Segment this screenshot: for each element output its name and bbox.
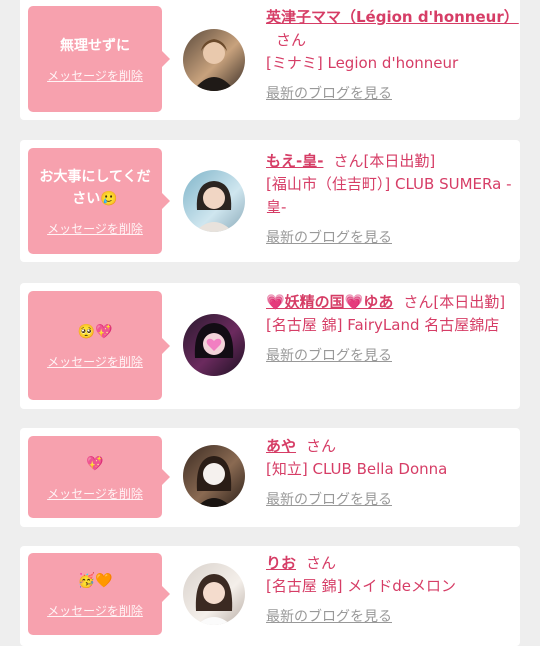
shop-name: [知立] CLUB Bella Donna [266, 460, 448, 478]
status-text: [本日出勤] [433, 293, 506, 311]
message-bubble: 🥳🧡 メッセージを削除 [28, 553, 170, 635]
message-card: 💖 メッセージを削除 あや さん [知立] CLUB Bella Donna 最新… [20, 428, 520, 527]
girl-info: 英津子ママ（Légion d'honneur） さん [ミナミ] Legion d… [266, 6, 519, 103]
honorific: さん [403, 293, 434, 311]
honorific: さん [333, 152, 364, 170]
girl-info: 💗妖精の国💗ゆあ さん[本日出勤] [名古屋 錦] FairyLand 名古屋錦店… [266, 291, 516, 365]
latest-blog-link[interactable]: 最新のブログを見る [266, 227, 516, 247]
avatar[interactable] [183, 29, 245, 91]
delete-message-link[interactable]: メッセージを削除 [47, 485, 143, 502]
girl-info: もえ-皇- さん[本日出勤] [福山市（住吉町）] CLUB SUMERa -皇-… [266, 150, 516, 247]
girl-name-link[interactable]: りお [266, 554, 296, 572]
message-card: 無理せずに メッセージを削除 英津子ママ（Légion d'honneur） さん… [20, 0, 520, 120]
latest-blog-link[interactable]: 最新のブログを見る [266, 606, 516, 626]
status-text: [本日出勤] [363, 152, 436, 170]
person-photo-icon [195, 181, 233, 232]
message-card: 🥺💖 メッセージを削除 💗妖精の国💗ゆあ さん[本日出勤] [名古屋 錦] Fai… [20, 283, 520, 409]
person-photo-icon [196, 456, 232, 507]
delete-message-link[interactable]: メッセージを削除 [47, 220, 143, 237]
honorific: さん [306, 437, 337, 455]
shop-name: [福山市（住吉町）] CLUB SUMERa -皇- [266, 175, 512, 216]
latest-blog-link[interactable]: 最新のブログを見る [266, 83, 516, 103]
honorific: さん [276, 31, 307, 49]
latest-blog-link[interactable]: 最新のブログを見る [266, 489, 516, 509]
message-text: 🥺💖 [77, 324, 113, 340]
message-text: 無理せずに [60, 37, 130, 54]
shop-name: [ミナミ] Legion d'honneur [266, 54, 459, 72]
avatar[interactable] [183, 445, 245, 507]
delete-message-link[interactable]: メッセージを削除 [47, 67, 143, 84]
avatar[interactable] [183, 314, 245, 376]
message-bubble: お大事にしてください🥲 メッセージを削除 [28, 148, 170, 254]
person-photo-icon [194, 323, 234, 358]
girl-name-link[interactable]: 💗妖精の国💗ゆあ [266, 293, 393, 311]
message-card: お大事にしてください🥲 メッセージを削除 もえ-皇- さん[本日出勤] [福山市（… [20, 140, 520, 262]
girl-name-link[interactable]: もえ-皇- [266, 152, 323, 170]
person-photo-icon [195, 574, 233, 625]
latest-blog-link[interactable]: 最新のブログを見る [266, 345, 516, 365]
avatar[interactable] [183, 170, 245, 232]
message-text: 🥳🧡 [77, 572, 113, 589]
delete-message-link[interactable]: メッセージを削除 [47, 353, 143, 370]
avatar[interactable] [183, 563, 245, 625]
girl-name-link[interactable]: あや [266, 437, 296, 455]
shop-name: [名古屋 錦] メイドdeメロン [266, 577, 456, 595]
delete-message-link[interactable]: メッセージを削除 [47, 602, 143, 619]
message-text: 💖 [86, 455, 104, 472]
message-bubble: 無理せずに メッセージを削除 [28, 6, 170, 112]
girl-info: あや さん [知立] CLUB Bella Donna 最新のブログを見る [266, 435, 516, 509]
girl-name-link[interactable]: 英津子ママ（Légion d'honneur） [266, 8, 519, 26]
message-card: 🥳🧡 メッセージを削除 りお さん [名古屋 錦] メイドdeメロン 最新のブログ… [20, 546, 520, 646]
shop-name: [名古屋 錦] FairyLand 名古屋錦店 [266, 316, 500, 334]
message-text: お大事にしてください🥲 [39, 168, 151, 207]
message-bubble: 🥺💖 メッセージを削除 [28, 291, 170, 400]
person-photo-icon [193, 39, 235, 91]
honorific: さん [306, 554, 337, 572]
girl-info: りお さん [名古屋 錦] メイドdeメロン 最新のブログを見る [266, 552, 516, 626]
message-bubble: 💖 メッセージを削除 [28, 436, 170, 518]
